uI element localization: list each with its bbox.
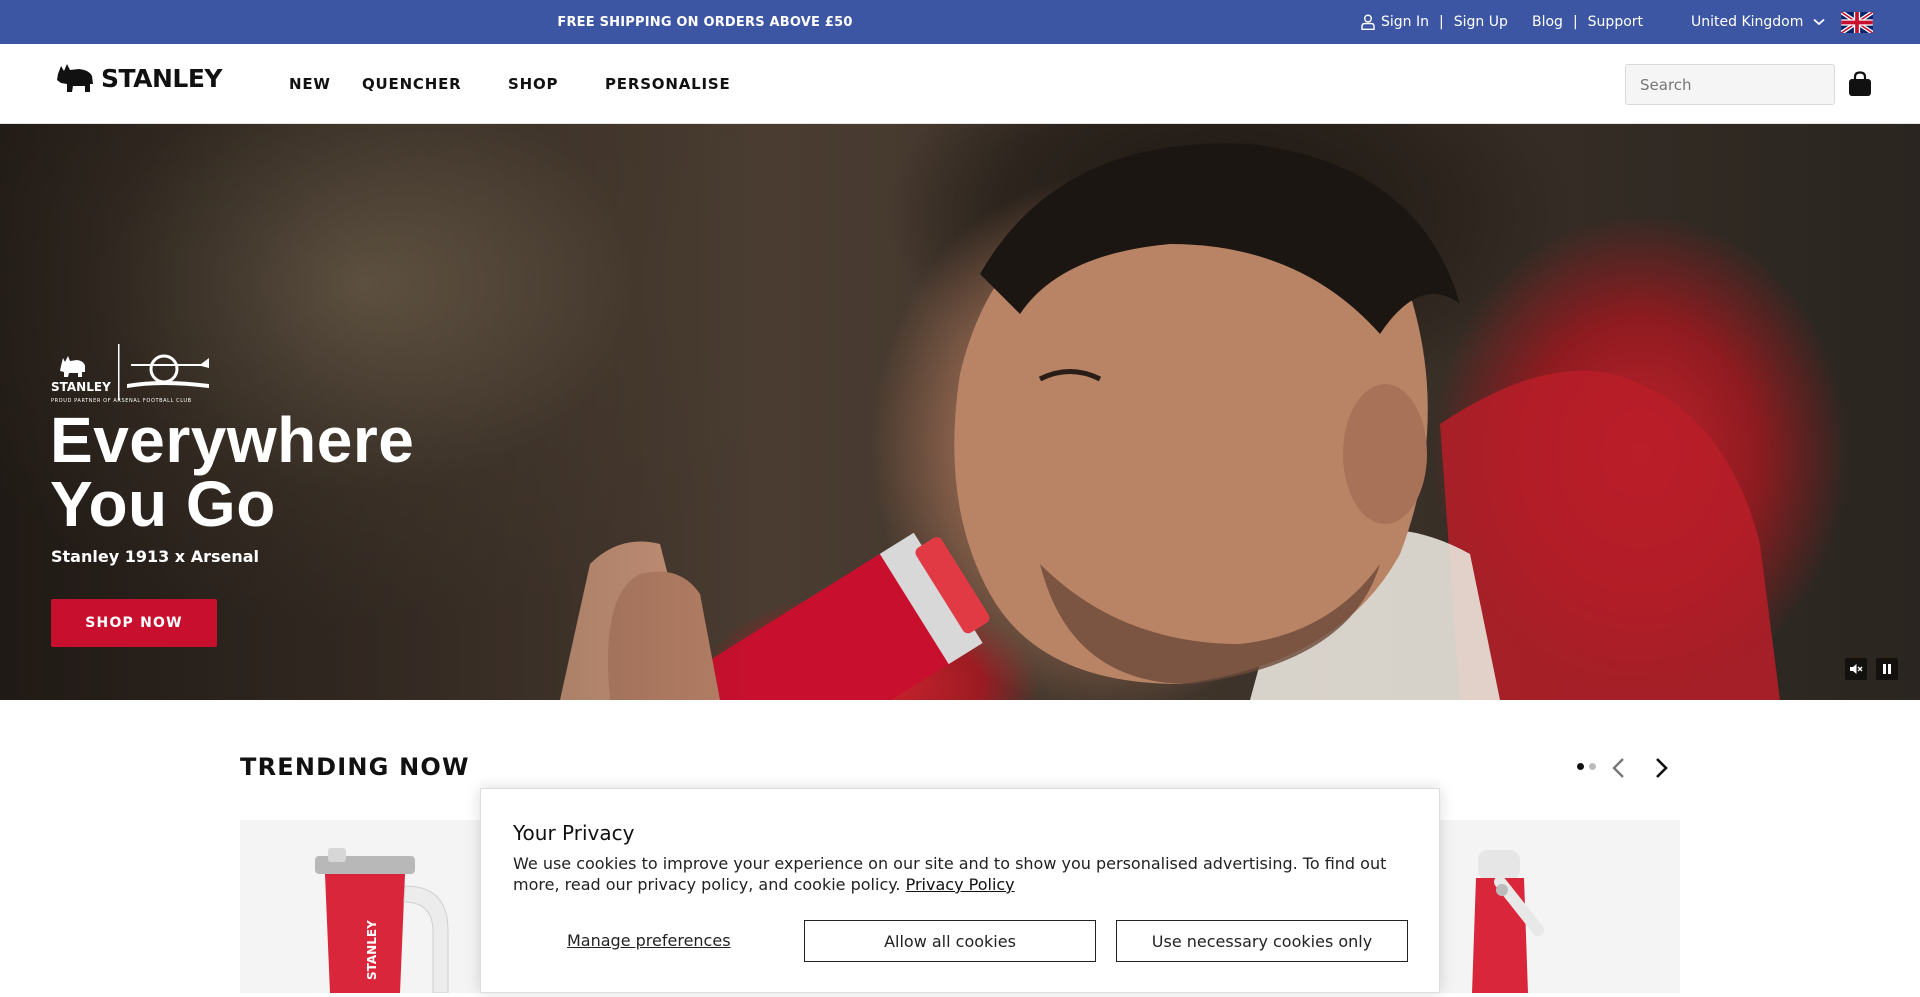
trending-title: TRENDING NOW [240,753,470,781]
region-selector[interactable]: United Kingdom [1691,0,1825,44]
chevron-right-icon[interactable] [1652,757,1670,779]
mute-icon [1850,664,1863,674]
cookie-title: Your Privacy [513,821,635,845]
manage-preferences-button[interactable]: Manage preferences [567,931,731,950]
pause-button[interactable] [1876,658,1898,680]
product-card[interactable] [1440,820,1680,993]
arsenal-partner-logo: STANLEY [51,344,209,400]
bottle-product-image [1472,850,1544,993]
user-icon[interactable] [1361,14,1375,30]
hero-title: Everywhere You Go [50,408,650,536]
cookie-consent-dialog: Your Privacy We use cookies to improve y… [480,788,1440,993]
nav-shop[interactable]: SHOP [508,75,558,93]
product-card[interactable]: STANLEY [240,820,490,994]
partner-brand: STANLEY [51,380,111,394]
tumbler-brand-text: STANLEY [365,920,379,980]
blog-link[interactable]: Blog [1532,14,1563,30]
brand-wordmark: STANLEY [101,63,223,93]
search-input[interactable] [1625,64,1835,105]
allow-all-cookies-button[interactable]: Allow all cookies [804,920,1096,962]
chevron-down-icon [1813,18,1825,26]
site-header: STANLEY NEW QUENCHER SHOP PERSONALISE [0,44,1920,124]
hero-banner: STANLEY PROUD PARTNER OF ARSENAL FOOTBAL… [0,124,1920,700]
sign-in-link[interactable]: Sign In [1381,14,1429,30]
stanley-logo[interactable]: STANLEY [55,62,223,94]
hero-title-line1: Everywhere [50,404,415,476]
nav-quencher[interactable]: QUENCHER [362,75,462,93]
hero-subtitle: Stanley 1913 x Arsenal [51,547,260,566]
carousel-dots [1577,763,1596,770]
privacy-policy-link[interactable]: Privacy Policy [906,875,1015,894]
hero-title-line2: You Go [50,468,276,540]
shop-now-button[interactable]: SHOP NOW [51,599,217,647]
uk-flag-icon [1841,11,1873,33]
nav-new[interactable]: NEW [289,75,331,93]
nav-personalise[interactable]: PERSONALISE [605,75,731,93]
divider: | [1572,14,1578,30]
free-shipping-banner: FREE SHIPPING ON ORDERS ABOVE £50 [557,14,853,30]
flag-selector[interactable] [1841,0,1873,44]
carousel-dot-active[interactable] [1577,763,1584,770]
necessary-cookies-button[interactable]: Use necessary cookies only [1116,920,1408,962]
mute-button[interactable] [1845,658,1867,680]
chevron-left-icon[interactable] [1610,757,1628,779]
region-label: United Kingdom [1691,14,1804,30]
divider: | [1439,14,1444,30]
account-links: Sign In | Sign Up [1361,0,1508,44]
support-link[interactable]: Support [1588,14,1643,30]
shopping-bag-icon[interactable] [1847,71,1873,97]
pause-icon [1883,664,1891,674]
bear-logo-icon [57,64,93,92]
cookie-body: We use cookies to improve your experienc… [513,853,1413,895]
announcement-bar: FREE SHIPPING ON ORDERS ABOVE £50 Sign I… [0,0,1920,44]
sign-up-link[interactable]: Sign Up [1454,14,1508,30]
carousel-dot[interactable] [1589,763,1596,770]
tumbler-product-image: STANLEY [315,848,449,994]
secondary-links: Blog | Support [1532,0,1643,44]
